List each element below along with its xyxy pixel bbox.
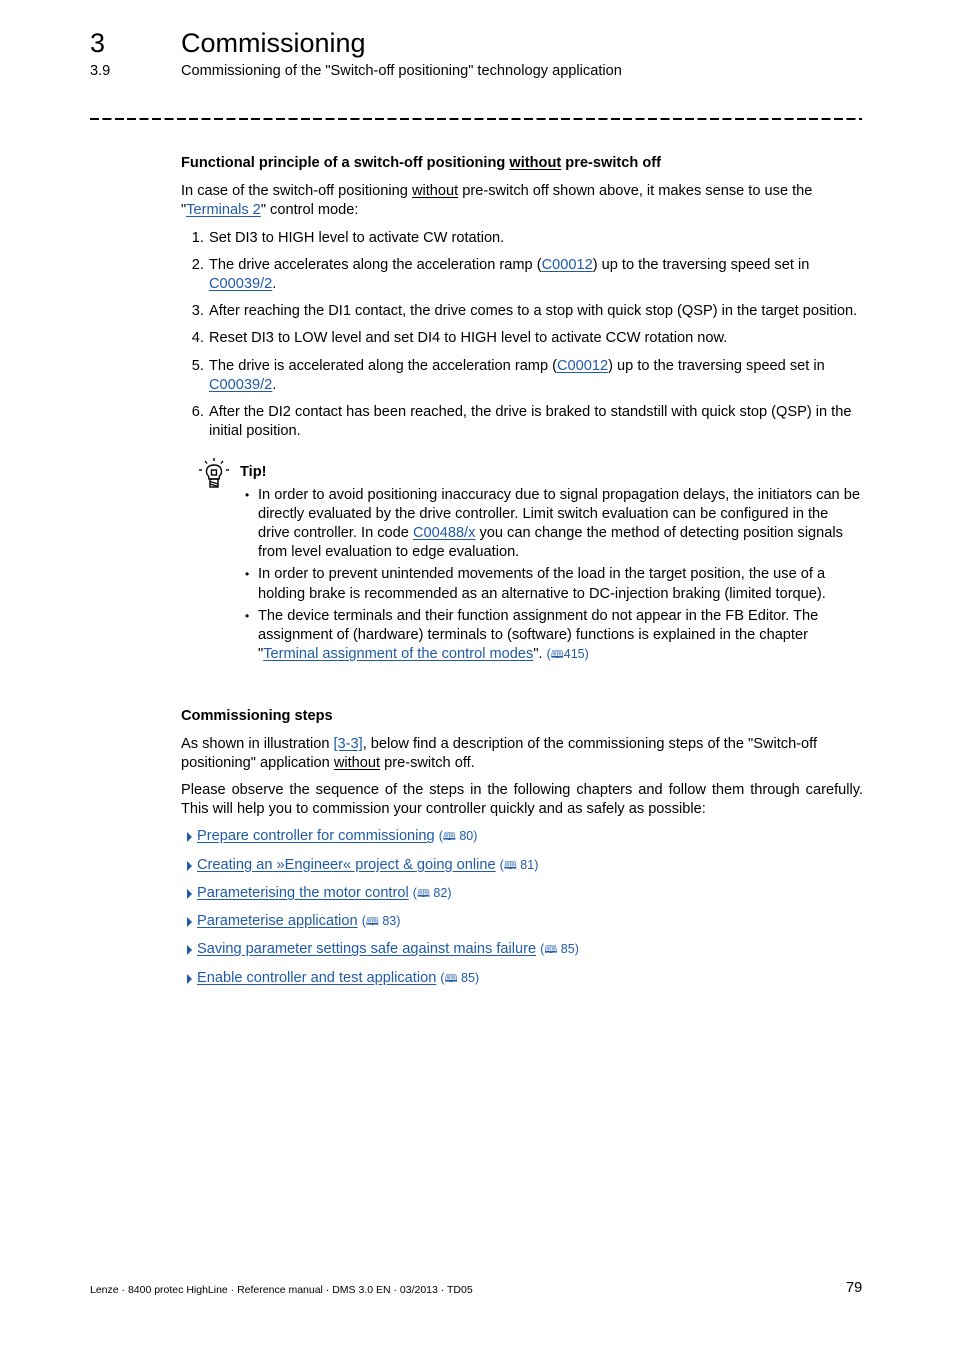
- tip-list: In order to avoid positioning inaccuracy…: [181, 486, 863, 666]
- step-item: The drive is accelerated along the accel…: [208, 357, 863, 395]
- book-icon: 🕮: [503, 859, 517, 872]
- tip-label: Tip!: [240, 464, 267, 481]
- c00012-link[interactable]: C00012: [557, 358, 608, 374]
- step-text: ) up to the traversing speed set in: [608, 357, 825, 374]
- tip-box: Tip! In order to avoid positioning inacc…: [181, 458, 863, 666]
- page-reference[interactable]: (🕮 85): [440, 971, 479, 985]
- step-item: The drive accelerates along the accelera…: [208, 256, 863, 294]
- page-ref-number: 83: [382, 914, 397, 929]
- tip-item: The device terminals and their function …: [245, 607, 863, 666]
- terminal-assignment-link[interactable]: Terminal assignment of the control modes: [263, 646, 533, 662]
- step-text: After the DI2 contact has been reached, …: [209, 404, 852, 440]
- emphasis: without: [333, 754, 381, 771]
- text: " control mode:: [260, 202, 359, 219]
- commissioning-link-item: Creating an »Engineer« project & going o…: [187, 856, 863, 876]
- heading-emphasis: without: [509, 155, 562, 171]
- commissioning-link-item: Parameterising the motor control (🕮 82): [187, 884, 863, 904]
- heading-text: Functional principle of a switch-off pos…: [181, 155, 510, 171]
- page-ref-number: 85: [560, 942, 575, 957]
- engineer-project-link[interactable]: Creating an »Engineer« project & going o…: [197, 857, 496, 873]
- header-divider: [90, 118, 862, 120]
- step-text: ) up to the traversing speed set in: [592, 256, 810, 273]
- arrow-right-icon: [187, 945, 192, 956]
- step-item: Set DI3 to HIGH level to activate CW rot…: [208, 229, 863, 248]
- saving-parameters-link[interactable]: Saving parameter settings safe against m…: [197, 941, 536, 957]
- step-text: The drive accelerates along the accelera…: [209, 256, 542, 273]
- page-ref-number: 415: [563, 647, 585, 662]
- document-page: 3 Commissioning 3.9 Commissioning of the…: [0, 0, 954, 1350]
- illustration-3-3-link[interactable]: [3-3]: [334, 736, 363, 752]
- arrow-right-icon: [187, 917, 192, 928]
- page-ref-number: 85: [461, 970, 475, 985]
- page-reference[interactable]: (🕮 81): [500, 858, 539, 872]
- step-text: .: [272, 376, 277, 393]
- text: In case of the switch-off positioning: [181, 183, 412, 200]
- lightbulb-icon: [199, 458, 229, 489]
- arrow-right-icon: [187, 973, 192, 984]
- tip-item: In order to prevent unintended movements…: [245, 565, 863, 603]
- book-icon: 🕮: [442, 831, 456, 844]
- enable-controller-link[interactable]: Enable controller and test application: [197, 970, 436, 986]
- sequence-paragraph: Please observe the sequence of the steps…: [181, 782, 863, 818]
- page-ref-number: 80: [459, 829, 474, 844]
- main-content: Functional principle of a switch-off pos…: [181, 154, 863, 997]
- commissioning-steps-heading: Commissioning steps: [181, 708, 333, 725]
- c00039-2-link[interactable]: C00039/2: [209, 377, 272, 393]
- page-reference[interactable]: (🕮 82): [413, 886, 452, 900]
- section-title: Commissioning of the "Switch-off positio…: [181, 63, 622, 79]
- commissioning-link-item: Saving parameter settings safe against m…: [187, 940, 863, 960]
- c00039-2-link[interactable]: C00039/2: [209, 276, 272, 292]
- tip-text: In order to prevent unintended movements…: [258, 566, 826, 602]
- emphasis: without: [411, 183, 459, 200]
- step-text: The drive is accelerated along the accel…: [209, 357, 557, 374]
- book-icon: 🕮: [544, 944, 558, 957]
- section-number: 3.9: [90, 63, 111, 79]
- arrow-right-icon: [187, 832, 192, 843]
- step-item: After the DI2 contact has been reached, …: [208, 403, 863, 441]
- tip-item: In order to avoid positioning inaccuracy…: [245, 486, 863, 563]
- page-reference[interactable]: (🕮 80): [439, 829, 478, 843]
- text: As shown in illustration: [181, 735, 334, 752]
- page-number: 79: [846, 1280, 863, 1296]
- step-item: After reaching the DI1 contact, the driv…: [208, 302, 863, 321]
- step-text: Set DI3 to HIGH level to activate CW rot…: [209, 229, 505, 246]
- heading-text: pre-switch off: [561, 155, 661, 171]
- step-text: Reset DI3 to LOW level and set DI4 to HI…: [209, 330, 728, 347]
- parameterise-application-link[interactable]: Parameterise application: [197, 913, 358, 929]
- commissioning-link-item: Enable controller and test application (…: [187, 969, 863, 989]
- steps-list: Set DI3 to HIGH level to activate CW rot…: [181, 229, 863, 442]
- text: pre-switch off.: [380, 754, 475, 771]
- step-text: After reaching the DI1 contact, the driv…: [209, 303, 858, 320]
- book-icon: 🕮: [444, 972, 458, 985]
- functional-principle-heading: Functional principle of a switch-off pos…: [181, 154, 863, 173]
- step-item: Reset DI3 to LOW level and set DI4 to HI…: [208, 329, 863, 348]
- page-reference[interactable]: (🕮 83): [362, 914, 401, 928]
- page-ref-number: 82: [433, 885, 448, 900]
- intro-paragraph: In case of the switch-off positioning wi…: [181, 182, 863, 220]
- commissioning-links-list: Prepare controller for commissioning (🕮 …: [181, 827, 863, 988]
- terminals-2-link[interactable]: Terminals 2: [186, 202, 261, 218]
- chapter-number: 3: [90, 28, 106, 58]
- footer-text: Lenze · 8400 protec HighLine · Reference…: [90, 1284, 473, 1296]
- c00488-x-link[interactable]: C00488/x: [413, 525, 475, 541]
- arrow-right-icon: [187, 860, 192, 871]
- book-icon: 🕮: [365, 916, 379, 929]
- tip-text: ".: [533, 646, 547, 663]
- page-reference[interactable]: (🕮 85): [540, 942, 579, 956]
- prepare-controller-link[interactable]: Prepare controller for commissioning: [197, 828, 435, 844]
- step-text: .: [272, 276, 277, 293]
- arrow-right-icon: [187, 888, 192, 899]
- page-reference[interactable]: (🕮415): [547, 647, 589, 661]
- commissioning-link-item: Parameterise application (🕮 83): [187, 912, 863, 932]
- page-ref-number: 81: [520, 857, 535, 872]
- book-icon: 🕮: [550, 649, 564, 662]
- c00012-link[interactable]: C00012: [542, 257, 593, 273]
- book-icon: 🕮: [416, 887, 430, 900]
- chapter-title: Commissioning: [181, 28, 366, 58]
- commissioning-link-item: Prepare controller for commissioning (🕮 …: [187, 827, 863, 847]
- motor-control-link[interactable]: Parameterising the motor control: [197, 885, 409, 901]
- commissioning-intro-paragraph: As shown in illustration [3-3], below fi…: [181, 735, 863, 773]
